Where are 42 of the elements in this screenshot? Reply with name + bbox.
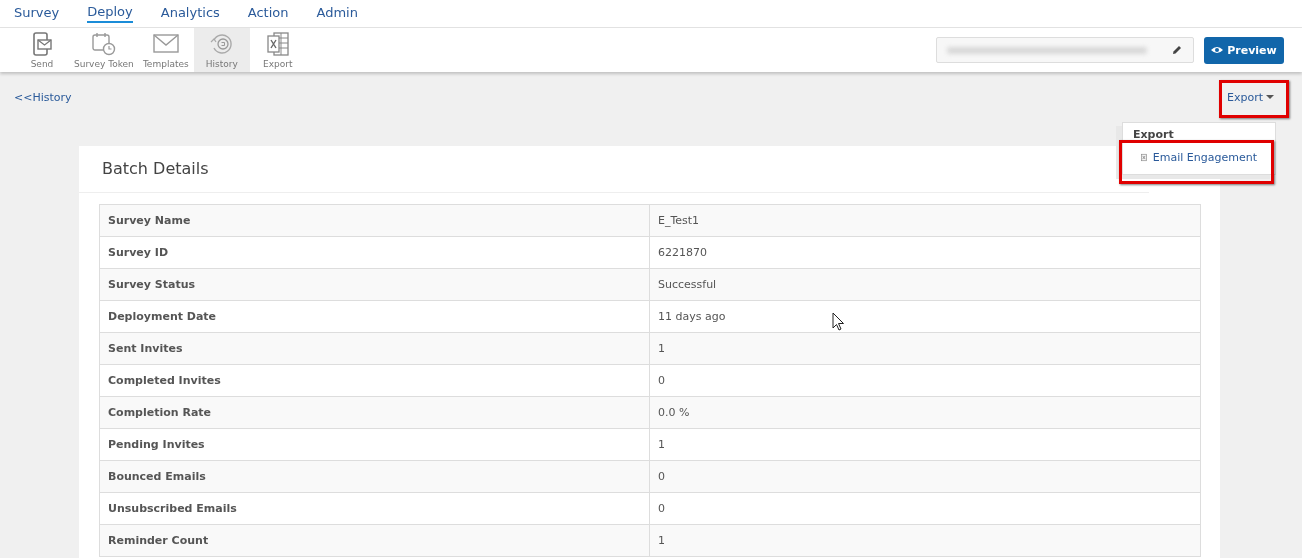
history-back-link[interactable]: <<History <box>14 90 72 104</box>
row-value: 1 <box>658 534 665 547</box>
toolbar-button[interactable]: Send <box>14 28 70 72</box>
menu-header: Export <box>1132 127 1175 143</box>
row-value: 0.0 % <box>658 406 690 419</box>
row-label: Sent Invites <box>100 333 650 364</box>
row-label: Survey Status <box>100 269 650 300</box>
preview-button[interactable]: Preview <box>1204 36 1284 64</box>
eye-icon <box>1211 46 1224 54</box>
row-value: 1 <box>658 438 665 451</box>
spreadsheet-icon <box>266 31 289 56</box>
pencil-icon <box>1171 44 1183 56</box>
row-value: E_Test1 <box>658 214 700 227</box>
row-value: 1 <box>658 342 665 355</box>
envelope-icon <box>152 32 179 55</box>
row-label: Completion Rate <box>100 397 650 428</box>
caret-icon <box>1266 95 1274 99</box>
row-value: Successful <box>658 278 717 291</box>
row-value: 6221870 <box>658 246 707 259</box>
phone-mail-icon <box>31 31 53 56</box>
row-value: 0 <box>658 470 665 483</box>
nav-tab[interactable]: Deploy <box>87 4 133 23</box>
toolbar-button[interactable]: Templates <box>137 28 194 72</box>
row-value: 0 <box>658 502 665 515</box>
toolbar-button[interactable]: Survey Token <box>70 28 138 72</box>
toolbar-button[interactable]: History <box>193 28 250 72</box>
spreadsheet-file-icon <box>1141 152 1147 163</box>
history-icon <box>209 31 234 56</box>
nav-tab[interactable]: Analytics <box>160 5 220 22</box>
row-value: 0 <box>658 374 665 387</box>
row-label: Reminder Count <box>100 525 650 556</box>
nav-tab[interactable]: Survey <box>14 5 60 22</box>
highlight-box <box>1219 80 1289 118</box>
toolbar-button[interactable]: Export <box>249 28 306 72</box>
row-label: Survey Name <box>100 205 650 236</box>
row-value: 11 days ago <box>658 310 726 323</box>
nav-tab[interactable]: Action <box>247 5 289 22</box>
row-label: Bounced Emails <box>100 461 650 492</box>
export-dropdown[interactable]: Export <box>1227 90 1274 104</box>
nav-tab[interactable]: Admin <box>316 5 358 22</box>
calendar-clock-icon <box>91 31 116 56</box>
url-field[interactable] <box>936 37 1194 63</box>
